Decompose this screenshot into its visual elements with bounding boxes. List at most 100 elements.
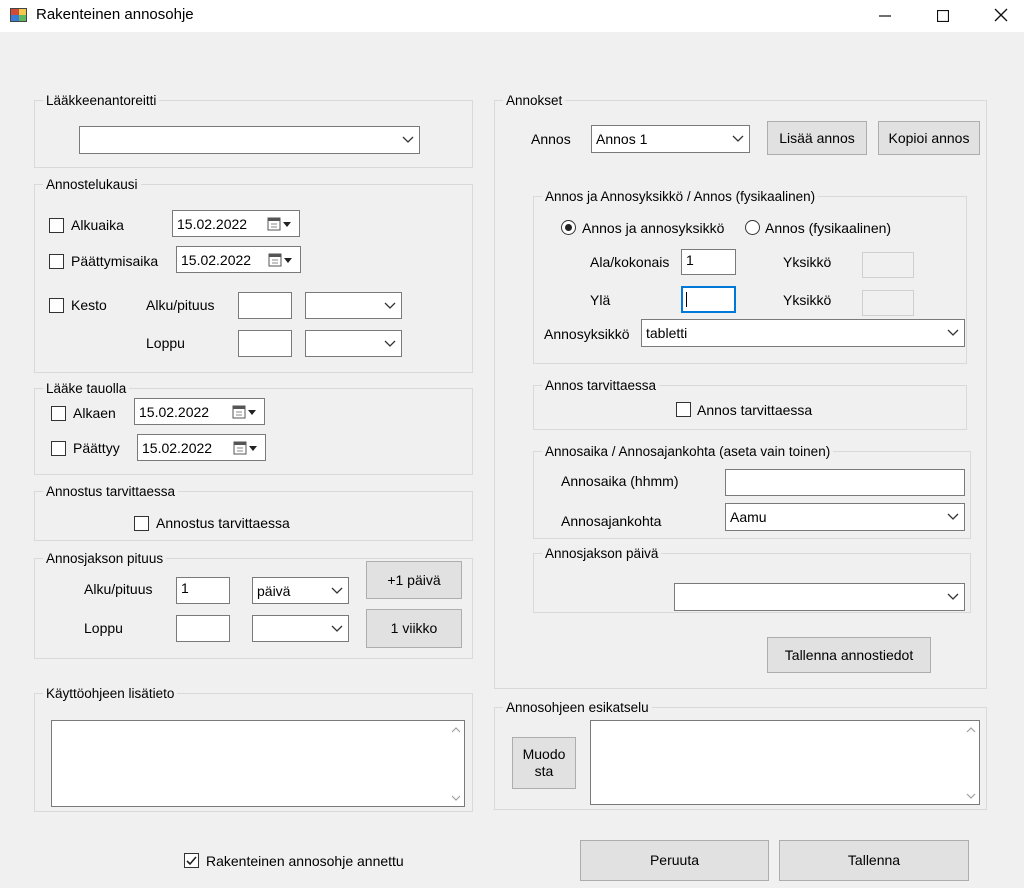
dose-prn-checkbox[interactable] bbox=[676, 402, 691, 417]
scroll-up-icon[interactable] bbox=[962, 721, 979, 738]
time-group-label: Annosaika / Annosajankohta (aseta vain t… bbox=[542, 443, 834, 460]
prn-group-label: Annostus tarvittaessa bbox=[43, 483, 179, 500]
start-date-picker[interactable]: 15.02.2022 bbox=[172, 210, 300, 237]
dropdown-arrow-icon bbox=[946, 590, 960, 604]
cycle-end-unit-combobox[interactable] bbox=[252, 615, 349, 642]
break-end-date-value: 15.02.2022 bbox=[142, 439, 213, 456]
upper-input[interactable] bbox=[681, 286, 736, 313]
dose-and-unit-radio-label: Annos ja annosyksikkö bbox=[582, 220, 725, 236]
notes-textarea[interactable] bbox=[51, 720, 465, 807]
physical-dose-radio-label: Annos (fysikaalinen) bbox=[765, 220, 892, 236]
dropdown-arrow-icon bbox=[330, 622, 344, 636]
break-start-checkbox[interactable] bbox=[51, 406, 66, 421]
dose-label: Annos bbox=[531, 131, 571, 147]
dose-unit-label: Annosyksikkö bbox=[544, 326, 630, 342]
notes-scrollbar[interactable] bbox=[447, 721, 464, 806]
dropdown-arrow-icon bbox=[731, 132, 745, 146]
period-end-unit-combobox[interactable] bbox=[305, 330, 402, 357]
build-preview-label: Muodo sta bbox=[522, 746, 566, 779]
minimize-button[interactable] bbox=[862, 0, 908, 32]
save-button[interactable]: Tallenna bbox=[779, 840, 969, 881]
cycle-start-unit-value: päivä bbox=[257, 582, 291, 599]
start-time-label: Alkuaika bbox=[71, 217, 124, 233]
period-start-length-input[interactable] bbox=[238, 292, 292, 319]
dropdown-arrow-icon bbox=[383, 337, 397, 351]
dropdown-arrow-icon bbox=[383, 299, 397, 313]
lower-label: Ala/kokonais bbox=[590, 254, 670, 270]
end-time-checkbox[interactable] bbox=[49, 254, 64, 269]
plus-one-day-button[interactable]: +1 päivä bbox=[366, 561, 462, 599]
end-date-value: 15.02.2022 bbox=[181, 251, 252, 268]
period-end-input[interactable] bbox=[238, 330, 292, 357]
unit2-input bbox=[862, 290, 914, 316]
structured-checkbox[interactable] bbox=[184, 853, 199, 868]
end-time-label: Päättymisaika bbox=[71, 253, 159, 269]
physical-dose-radio[interactable] bbox=[745, 220, 760, 235]
dose-value: Annos 1 bbox=[596, 131, 648, 147]
cycle-start-unit-combobox[interactable]: päivä bbox=[252, 577, 349, 604]
close-button[interactable] bbox=[978, 0, 1024, 32]
preview-textarea[interactable] bbox=[590, 720, 980, 805]
scroll-up-icon[interactable] bbox=[447, 721, 464, 738]
dose-time-label: Annosaika (hhmm) bbox=[561, 473, 679, 489]
scroll-down-icon[interactable] bbox=[447, 789, 464, 806]
dose-moment-value: Aamu bbox=[730, 509, 767, 525]
start-time-checkbox[interactable] bbox=[49, 218, 64, 233]
period-start-length-label: Alku/pituus bbox=[146, 297, 215, 313]
preview-group-label: Annosohjeen esikatselu bbox=[503, 699, 652, 716]
dose-moment-combobox[interactable]: Aamu bbox=[725, 503, 965, 531]
duration-label: Kesto bbox=[71, 297, 107, 313]
cycle-start-length-label: Alku/pituus bbox=[84, 581, 153, 597]
cancel-button[interactable]: Peruuta bbox=[580, 840, 769, 881]
break-end-date-picker[interactable]: 15.02.2022 bbox=[137, 434, 266, 461]
dropdown-arrow-icon bbox=[401, 133, 415, 147]
route-combobox[interactable] bbox=[79, 126, 420, 154]
window-title: Rakenteinen annosohje bbox=[36, 6, 194, 23]
structured-checkbox-label: Rakenteinen annosohje annettu bbox=[206, 853, 404, 869]
cycle-day-combobox[interactable] bbox=[674, 583, 965, 611]
cycle-end-input[interactable] bbox=[176, 615, 230, 642]
end-date-picker[interactable]: 15.02.2022 bbox=[176, 246, 301, 273]
period-group-label: Annostelukausi bbox=[43, 176, 141, 193]
break-start-label: Alkaen bbox=[73, 405, 116, 421]
add-dose-button[interactable]: Lisää annos bbox=[767, 121, 867, 155]
start-date-value: 15.02.2022 bbox=[177, 215, 248, 232]
calendar-icon bbox=[230, 404, 260, 420]
scroll-down-icon[interactable] bbox=[962, 787, 979, 804]
dose-combobox[interactable]: Annos 1 bbox=[591, 125, 750, 153]
unit1-label: Yksikkö bbox=[783, 254, 832, 270]
checkmark-icon bbox=[186, 853, 197, 869]
calendar-icon bbox=[265, 216, 295, 232]
dose-unit-combobox[interactable]: tabletti bbox=[641, 319, 965, 347]
route-group-label: Lääkkeenantoreitti bbox=[43, 92, 160, 109]
dose-unit-value: tabletti bbox=[646, 325, 688, 341]
dose-moment-label: Annosajankohta bbox=[561, 513, 662, 529]
preview-scrollbar[interactable] bbox=[962, 721, 979, 804]
upper-label: Ylä bbox=[590, 292, 611, 308]
break-end-label: Päättyy bbox=[73, 440, 120, 456]
break-end-checkbox[interactable] bbox=[51, 441, 66, 456]
doses-group-label: Annokset bbox=[503, 92, 566, 109]
dose-time-input[interactable] bbox=[725, 469, 965, 496]
notes-group-label: Käyttöohjeen lisätieto bbox=[43, 685, 178, 702]
dose-prn-checkbox-label: Annos tarvittaessa bbox=[697, 402, 813, 418]
lower-input[interactable]: 1 bbox=[681, 249, 736, 275]
dose-and-unit-radio[interactable] bbox=[561, 220, 576, 235]
save-dose-info-button[interactable]: Tallenna annostiedot bbox=[767, 637, 931, 673]
minimize-icon bbox=[879, 6, 891, 27]
copy-dose-button[interactable]: Kopioi annos bbox=[878, 121, 980, 155]
cycle-start-length-input[interactable]: 1 bbox=[176, 577, 230, 604]
break-start-date-picker[interactable]: 15.02.2022 bbox=[134, 398, 265, 425]
cycle-end-label: Loppu bbox=[84, 620, 123, 636]
duration-checkbox[interactable] bbox=[49, 298, 64, 313]
dose-prn-group-label: Annos tarvittaessa bbox=[542, 377, 660, 394]
title-bar: Rakenteinen annosohje bbox=[0, 0, 1024, 32]
prn-checkbox[interactable] bbox=[134, 516, 149, 531]
day-group-label: Annosjakson päivä bbox=[542, 545, 662, 562]
radio-selected-dot bbox=[565, 224, 572, 231]
calendar-icon bbox=[266, 252, 296, 268]
maximize-button[interactable] bbox=[920, 0, 966, 32]
period-start-unit-combobox[interactable] bbox=[305, 292, 402, 319]
one-week-button[interactable]: 1 viikko bbox=[366, 609, 462, 648]
build-preview-button[interactable]: Muodo sta bbox=[512, 737, 576, 789]
